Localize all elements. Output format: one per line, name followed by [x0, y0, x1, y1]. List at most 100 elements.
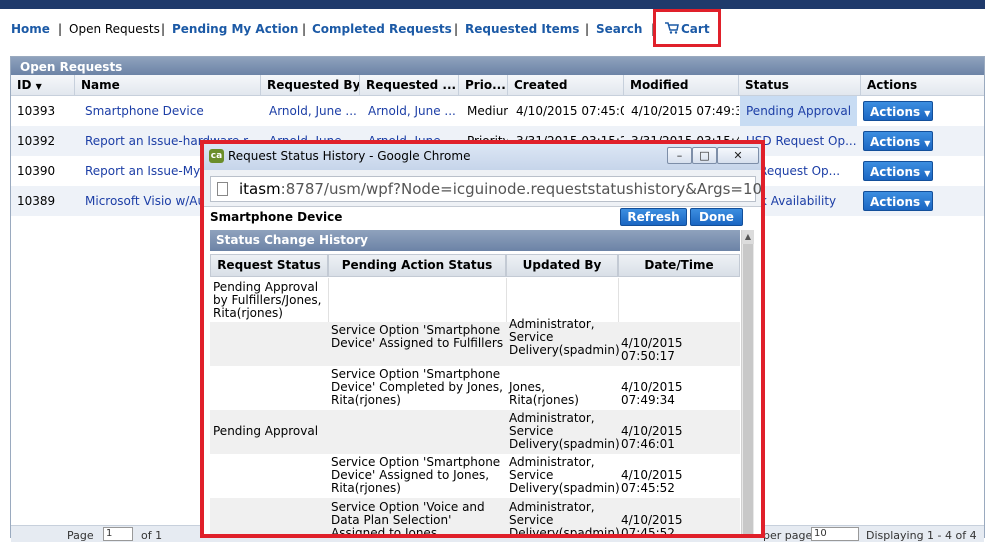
done-button[interactable]: Done [690, 208, 743, 226]
cell-updated-by: Jones, Rita(rjones) [509, 380, 579, 407]
url-text: itasm:8787/usm/wpf?Node=icguinode.reques… [239, 180, 765, 198]
caret-down-icon: ▼ [924, 109, 931, 118]
window-title: Request Status History - Google Chrome [228, 149, 471, 163]
cell-pending-action: Service Option 'Smartphone Device' Assig… [331, 455, 501, 495]
cell-id: 10390 [17, 164, 56, 178]
nav-separator: | [58, 22, 63, 36]
window-titlebar[interactable]: ca Request Status History - Google Chrom… [204, 144, 761, 170]
col-datetime: Date/Time [618, 254, 740, 277]
cell-pending-action: Service Option 'Voice and Data Plan Sele… [331, 500, 485, 538]
cell-updated-by: Administrator, Service Delivery(spadmin) [509, 317, 620, 357]
pager-page-label: Page [67, 529, 94, 542]
column-divider [618, 278, 619, 322]
cell-pending-action: Service Option 'Smartphone Device' Assig… [331, 323, 504, 350]
address-bar: itasm:8787/usm/wpf?Node=icguinode.reques… [204, 170, 761, 207]
nav-pending-my-action[interactable]: Pending My Action [172, 22, 298, 36]
cell-datetime: 4/10/2015 07:45:52 [621, 513, 683, 538]
actions-button[interactable]: Actions ▼ [863, 101, 933, 121]
cart-highlight [653, 9, 721, 47]
col-id[interactable]: ID ▼ [11, 75, 75, 95]
sort-desc-icon: ▼ [35, 82, 42, 91]
cell-updated-by: Administrator, Service Delivery(spadmin) [509, 500, 620, 538]
col-requested-for[interactable]: Requested ... [360, 75, 459, 95]
cell-datetime: 4/10/2015 07:50:17 [621, 336, 683, 363]
actions-label: Actions [870, 135, 921, 149]
panel-title: Open Requests [11, 57, 984, 75]
nav-separator: | [302, 22, 307, 36]
cell-pending-action: Service Option 'Smartphone Device' Compl… [331, 367, 503, 407]
col-actions: Actions [867, 78, 918, 92]
actions-label: Actions [870, 165, 921, 179]
actions-label: Actions [870, 105, 921, 119]
main-nav: Home | Open Requests | Pending My Action… [0, 9, 985, 49]
col-name[interactable]: Name [75, 75, 261, 95]
pager-of-label: of 1 [141, 529, 163, 542]
nav-separator: | [585, 22, 590, 36]
caret-down-icon: ▼ [924, 169, 931, 178]
cell-modified: 4/10/2015 07:49:3 [631, 104, 739, 118]
col-requested-by[interactable]: Requested By [261, 75, 360, 95]
page-number-input[interactable]: 1 [103, 527, 133, 541]
ca-logo-icon: ca [209, 149, 224, 163]
history-row: Pending Approval Administrator, Service … [210, 410, 740, 454]
cell-request-status: Pending Approval by Fulfillers/Jones, Ri… [213, 280, 322, 320]
status-change-history: Status Change History Request Status Pen… [210, 230, 740, 538]
col-updated-by: Updated By [506, 254, 618, 277]
top-banner [0, 0, 985, 9]
minimize-icon[interactable]: – [667, 147, 692, 164]
nav-separator: | [454, 22, 459, 36]
scroll-thumb[interactable] [743, 244, 753, 534]
nav-home[interactable]: Home [11, 22, 50, 36]
vertical-scrollbar[interactable]: ▲ [741, 230, 754, 534]
url-field[interactable]: itasm:8787/usm/wpf?Node=icguinode.reques… [210, 176, 761, 202]
col-priority[interactable]: Prio... [459, 75, 508, 95]
nav-separator: | [161, 22, 166, 36]
cell-status[interactable]: Pending Approval [740, 96, 857, 126]
caret-down-icon: ▼ [924, 199, 931, 208]
per-page-select[interactable]: 10 [811, 527, 859, 541]
col-created[interactable]: Created [508, 75, 624, 95]
cell-requested-by[interactable]: Arnold, June ... [263, 96, 360, 126]
cell-requested-for[interactable]: Arnold, June ... [362, 96, 459, 126]
actions-label: Actions [870, 195, 921, 209]
close-icon[interactable]: ✕ [717, 147, 759, 164]
cell-request-status: Pending Approval [213, 424, 319, 438]
popup-header: Smartphone Device Refresh Done [210, 206, 745, 230]
actions-button[interactable]: Actions ▼ [863, 131, 933, 151]
col-modified[interactable]: Modified [624, 75, 739, 95]
table-row[interactable]: 10393 Smartphone Device Arnold, June ...… [11, 96, 984, 126]
nav-open-requests[interactable]: Open Requests [69, 22, 160, 36]
cell-id: 10392 [17, 134, 56, 148]
cell-updated-by: Administrator, Service Delivery(spadmin) [509, 411, 620, 451]
scroll-up-icon[interactable]: ▲ [742, 230, 754, 244]
history-header: Request Status Pending Action Status Upd… [210, 254, 740, 277]
nav-search[interactable]: Search [596, 22, 642, 36]
cell-datetime: 4/10/2015 07:45:52 [621, 468, 683, 495]
page-icon [217, 182, 228, 196]
column-divider [506, 278, 507, 322]
cell-priority: Medium [467, 104, 508, 118]
actions-button[interactable]: Actions ▼ [863, 191, 933, 211]
col-pending-action-status: Pending Action Status [328, 254, 506, 277]
nav-completed-requests[interactable]: Completed Requests [312, 22, 452, 36]
refresh-button[interactable]: Refresh [620, 208, 687, 226]
nav-requested-items[interactable]: Requested Items [465, 22, 579, 36]
col-status[interactable]: Status [739, 75, 861, 95]
history-row: Service Option 'Smartphone Device' Assig… [210, 454, 740, 498]
pager-displaying: Displaying 1 - 4 of 4 [866, 529, 977, 542]
maximize-icon[interactable]: □ [692, 147, 717, 164]
actions-button[interactable]: Actions ▼ [863, 161, 933, 181]
cell-name[interactable]: Smartphone Device [79, 96, 261, 126]
col-request-status: Request Status [210, 254, 328, 277]
cell-id: 10389 [17, 194, 56, 208]
history-row: Service Option 'Smartphone Device' Assig… [210, 318, 740, 366]
column-divider [328, 278, 329, 322]
caret-down-icon: ▼ [924, 139, 931, 148]
cell-datetime: 4/10/2015 07:49:34 [621, 380, 683, 407]
section-title: Status Change History [210, 230, 740, 251]
status-history-window[interactable]: ca Request Status History - Google Chrom… [200, 140, 765, 538]
cell-updated-by: Administrator, Service Delivery(spadmin) [509, 455, 620, 495]
cell-datetime: 4/10/2015 07:46:01 [621, 424, 683, 451]
per-page-label: per page: [763, 529, 816, 542]
request-item-name: Smartphone Device [210, 210, 343, 224]
